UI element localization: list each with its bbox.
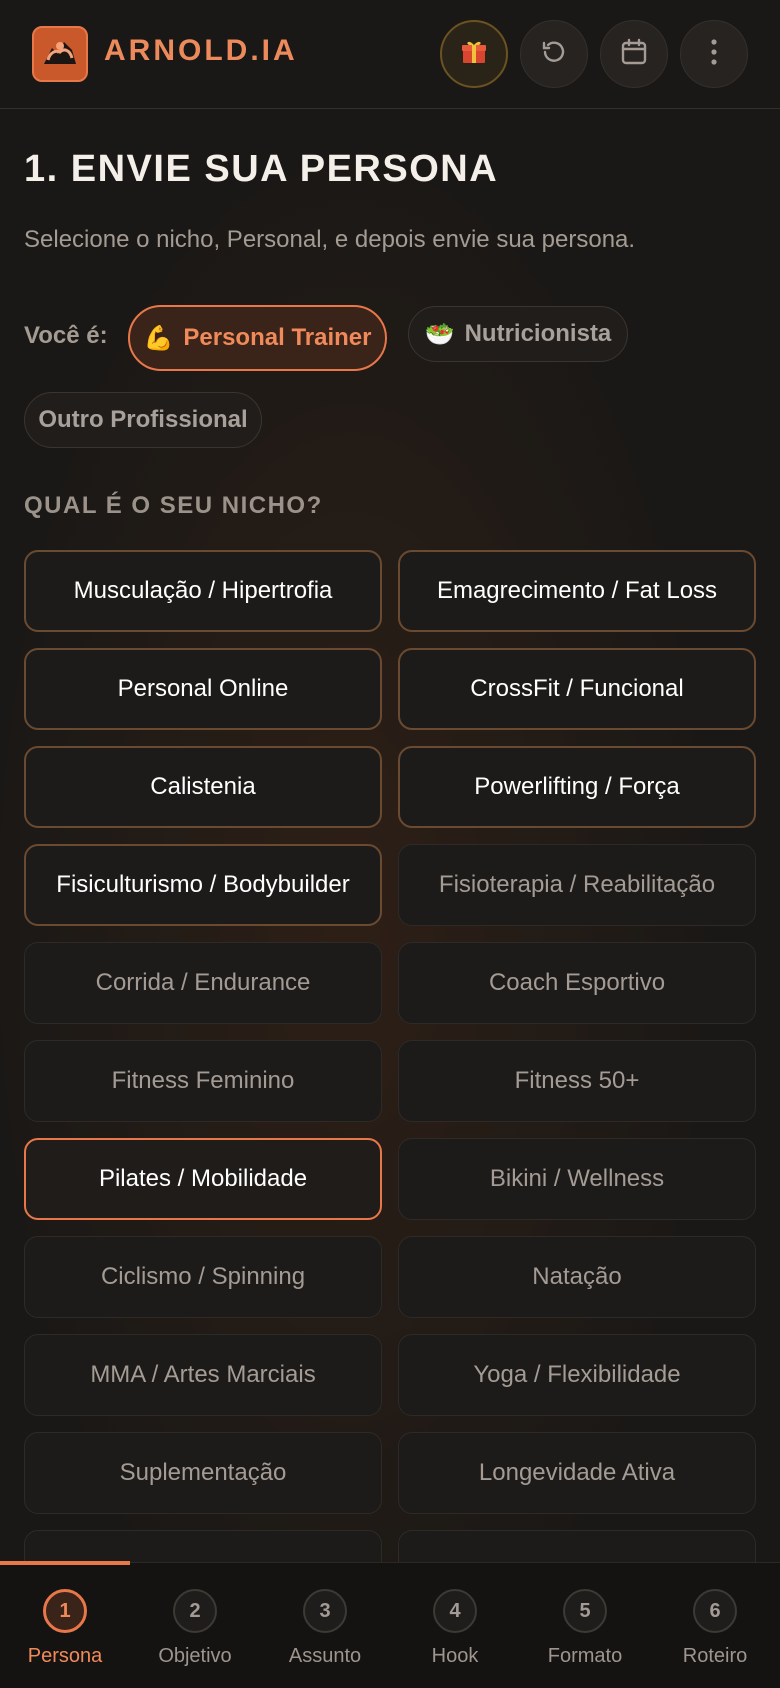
niche-option[interactable]: Musculação / Hipertrofia bbox=[24, 550, 382, 632]
flexed-biceps-icon: 💪 bbox=[143, 324, 174, 352]
niche-option[interactable]: Corrida / Endurance bbox=[24, 942, 382, 1024]
niche-option[interactable]: Natação bbox=[398, 1236, 756, 1318]
niche-option[interactable]: Fisiculturismo / Bodybuilder bbox=[24, 844, 382, 926]
salad-icon: 🥗 bbox=[424, 320, 455, 348]
step-hook[interactable]: 4 Hook bbox=[390, 1589, 520, 1668]
role-chip-nutricionista[interactable]: 🥗 Nutricionista bbox=[408, 306, 628, 362]
step-number: 6 bbox=[693, 1589, 737, 1633]
role-chip-label: Outro Profissional bbox=[38, 406, 248, 433]
niche-option[interactable]: Bikini / Wellness bbox=[398, 1138, 756, 1220]
step-number: 3 bbox=[303, 1589, 347, 1633]
step-persona[interactable]: 1 Persona bbox=[0, 1589, 130, 1668]
niche-option[interactable]: Suplementação bbox=[24, 1432, 382, 1514]
page-title: 1. ENVIE SUA PERSONA bbox=[24, 148, 499, 190]
role-chip-label: Personal Trainer bbox=[183, 324, 372, 351]
niche-option[interactable]: Coach Esportivo bbox=[398, 942, 756, 1024]
gift-icon bbox=[459, 37, 489, 72]
step-roteiro[interactable]: 6 Roteiro bbox=[650, 1589, 780, 1668]
arnold-logo-icon bbox=[32, 26, 88, 82]
niche-option[interactable]: Ciclismo / Spinning bbox=[24, 1236, 382, 1318]
step-label: Hook bbox=[431, 1645, 479, 1667]
niche-option[interactable]: Yoga / Flexibilidade bbox=[398, 1334, 756, 1416]
step-navigation: 1 Persona 2 Objetivo 3 Assunto 4 Hook 5 … bbox=[0, 1561, 780, 1688]
history-button[interactable] bbox=[520, 20, 588, 88]
history-icon bbox=[538, 36, 570, 73]
step-objetivo[interactable]: 2 Objetivo bbox=[130, 1589, 260, 1668]
niche-option[interactable]: MMA / Artes Marciais bbox=[24, 1334, 382, 1416]
calendar-button[interactable] bbox=[600, 20, 668, 88]
step-progress-bar bbox=[0, 1561, 130, 1565]
step-formato[interactable]: 5 Formato bbox=[520, 1589, 650, 1668]
step-label: Persona bbox=[27, 1645, 103, 1667]
niche-option[interactable]: Calistenia bbox=[24, 746, 382, 828]
role-label: Você é: bbox=[24, 322, 108, 349]
more-menu-button[interactable] bbox=[680, 20, 748, 88]
niche-option[interactable]: Personal Online bbox=[24, 648, 382, 730]
role-chip-outro-profissional[interactable]: Outro Profissional bbox=[24, 392, 262, 448]
niche-section-label: QUAL É O SEU NICHO? bbox=[24, 492, 323, 519]
gift-button[interactable] bbox=[440, 20, 508, 88]
niche-option[interactable]: Fisioterapia / Reabilitação bbox=[398, 844, 756, 926]
brand-name: ARNOLD.IA bbox=[104, 34, 298, 67]
niche-option[interactable]: CrossFit / Funcional bbox=[398, 648, 756, 730]
step-number: 4 bbox=[433, 1589, 477, 1633]
step-label: Formato bbox=[547, 1645, 623, 1667]
role-chip-personal-trainer[interactable]: 💪 Personal Trainer bbox=[128, 305, 387, 371]
niche-option[interactable]: Fitness Feminino bbox=[24, 1040, 382, 1122]
calendar-icon bbox=[619, 37, 649, 72]
step-label: Assunto bbox=[288, 1645, 362, 1667]
step-number: 5 bbox=[563, 1589, 607, 1633]
step-label: Objetivo bbox=[158, 1645, 232, 1667]
app-header: ARNOLD.IA bbox=[0, 0, 780, 109]
step-number: 1 bbox=[43, 1589, 87, 1633]
role-chip-label: Nutricionista bbox=[464, 320, 612, 347]
niche-option[interactable]: Powerlifting / Força bbox=[398, 746, 756, 828]
niche-option[interactable]: Fitness 50+ bbox=[398, 1040, 756, 1122]
step-number: 2 bbox=[173, 1589, 217, 1633]
step-label: Roteiro bbox=[682, 1645, 748, 1667]
niche-grid: Musculação / Hipertrofia Emagrecimento /… bbox=[24, 550, 756, 1612]
niche-option[interactable]: Longevidade Ativa bbox=[398, 1432, 756, 1514]
more-vertical-icon bbox=[710, 38, 718, 71]
step-assunto[interactable]: 3 Assunto bbox=[260, 1589, 390, 1668]
niche-option[interactable]: Emagrecimento / Fat Loss bbox=[398, 550, 756, 632]
page-subtitle: Selecione o nicho, Personal, e depois en… bbox=[24, 226, 636, 253]
niche-option-selected[interactable]: Pilates / Mobilidade bbox=[24, 1138, 382, 1220]
